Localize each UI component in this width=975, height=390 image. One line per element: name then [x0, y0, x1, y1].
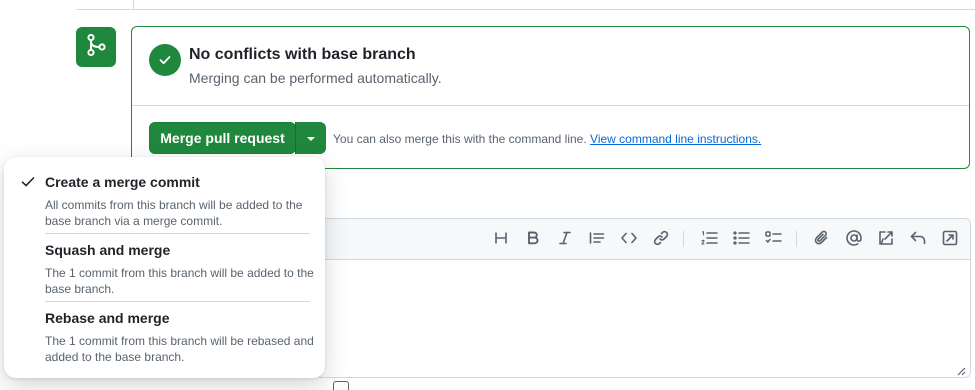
status-title: No conflicts with base branch: [189, 46, 416, 63]
task-list-icon[interactable]: [764, 229, 782, 247]
fullscreen-icon[interactable]: [941, 229, 959, 247]
menu-item-description: All commits from this branch will be add…: [45, 198, 303, 228]
comment-editor[interactable]: [316, 218, 971, 378]
merge-status-box: No conflicts with base branch Merging ca…: [131, 26, 970, 169]
command-line-hint: You can also merge this with the command…: [333, 132, 761, 146]
menu-item-title: Create a merge commit: [45, 174, 200, 190]
italic-icon[interactable]: [556, 229, 574, 247]
reference-icon[interactable]: [877, 229, 895, 247]
merge-pull-request-button[interactable]: Merge pull request: [149, 122, 296, 154]
git-merge-icon: [85, 33, 107, 62]
editor-toolbar: [317, 219, 970, 260]
caret-down-icon: [306, 129, 316, 147]
quote-icon[interactable]: [588, 229, 606, 247]
timeline-line: [133, 0, 134, 10]
menu-item-title: Squash and merge: [45, 242, 171, 258]
attach-icon[interactable]: [813, 229, 831, 247]
status-subtitle: Merging can be performed automatically.: [189, 70, 442, 86]
unordered-list-icon[interactable]: [732, 229, 750, 247]
merge-status-header: No conflicts with base branch Merging ca…: [132, 27, 969, 106]
merge-method-menu: Create a merge commit All commits from t…: [4, 157, 325, 378]
toolbar-separator: [683, 231, 684, 247]
menu-item-squash-and-merge[interactable]: Squash and merge The 1 commit from this …: [4, 234, 325, 301]
menu-item-rebase-and-merge[interactable]: Rebase and merge The 1 commit from this …: [4, 302, 325, 378]
menu-item-create-merge-commit[interactable]: Create a merge commit All commits from t…: [4, 157, 325, 233]
reply-icon[interactable]: [909, 229, 927, 247]
mention-icon[interactable]: [845, 229, 863, 247]
heading-icon[interactable]: [492, 229, 510, 247]
git-merge-badge: [76, 27, 116, 67]
menu-item-description: The 1 commit from this branch will be ad…: [45, 266, 314, 296]
merge-button-label[interactable]: Merge pull request: [150, 123, 295, 153]
link-icon[interactable]: [652, 229, 670, 247]
command-line-text: You can also merge this with the command…: [333, 132, 591, 146]
ordered-list-icon[interactable]: [700, 229, 718, 247]
menu-item-title: Rebase and merge: [45, 310, 170, 326]
merge-method-dropdown-button[interactable]: [295, 122, 326, 154]
resize-handle-icon[interactable]: [956, 363, 966, 376]
code-icon[interactable]: [620, 229, 638, 247]
check-icon: [21, 175, 35, 193]
check-circle-icon: [149, 44, 181, 76]
timeline-divider: [76, 9, 975, 10]
bold-icon[interactable]: [524, 229, 542, 247]
menu-item-description: The 1 commit from this branch will be re…: [45, 334, 314, 364]
toolbar-separator: [796, 231, 797, 247]
command-line-link[interactable]: View command line instructions.: [590, 132, 761, 146]
